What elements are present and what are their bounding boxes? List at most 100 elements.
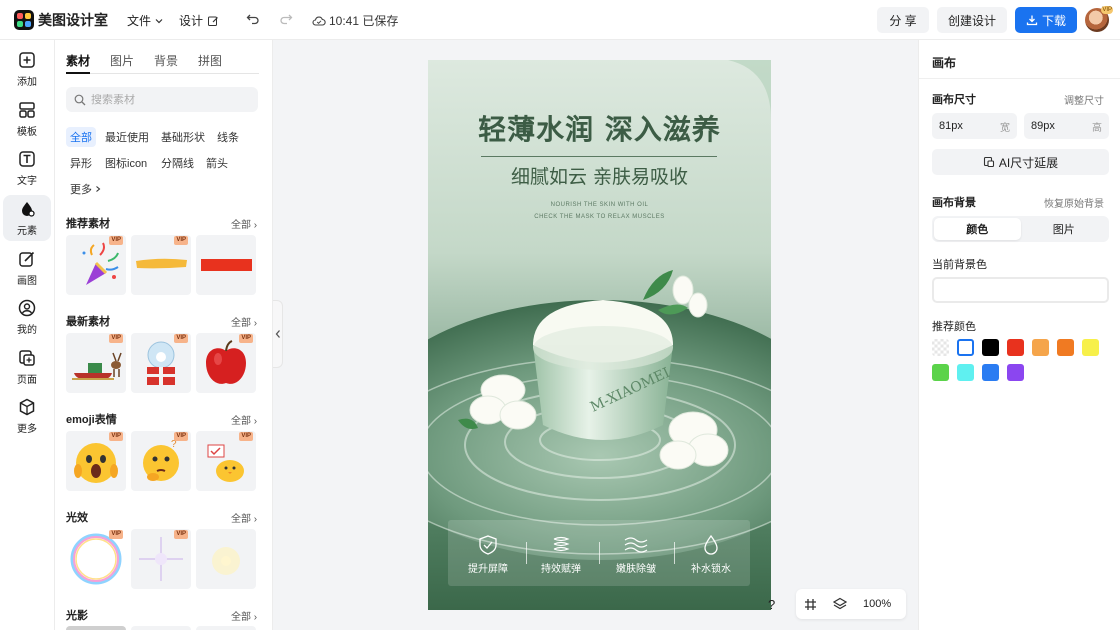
- swatch-white[interactable]: [957, 339, 974, 356]
- undo-icon[interactable]: [246, 12, 260, 26]
- section-title-emoji: emoji表情: [66, 414, 117, 426]
- section-all-light-shadow[interactable]: 全部 ›: [231, 608, 257, 623]
- redo-icon[interactable]: [279, 12, 293, 26]
- file-menu[interactable]: 文件: [127, 12, 164, 29]
- swatch-green[interactable]: [932, 364, 949, 381]
- material-thumb-bubble[interactable]: VIP: [66, 529, 126, 589]
- collapse-panel-handle[interactable]: [273, 300, 283, 368]
- material-thumb-shadow-3[interactable]: [196, 626, 256, 630]
- material-thumb-scared-emoji[interactable]: VIP: [66, 431, 126, 491]
- download-button[interactable]: 下载: [1015, 7, 1077, 33]
- feature-bar[interactable]: 提升屏障 持效赋弹 嫩肤除皱 补水锁水: [448, 520, 750, 586]
- rail-item-elements[interactable]: 元素: [3, 195, 51, 241]
- material-thumb-red-bar[interactable]: [196, 235, 256, 295]
- search-input[interactable]: [91, 93, 241, 106]
- canvas-width-field[interactable]: 宽: [932, 113, 1017, 139]
- material-thumb-brush-stroke[interactable]: VIP: [131, 235, 191, 295]
- rail-item-draw[interactable]: 画图: [3, 245, 51, 291]
- material-thumb-chick-emoji[interactable]: VIP: [196, 431, 256, 491]
- poster-headline[interactable]: 轻薄水润 深入滋养: [428, 108, 771, 148]
- layers-icon[interactable]: [833, 597, 847, 611]
- create-design-button[interactable]: 创建设计: [937, 7, 1007, 33]
- section-all-latest[interactable]: 全部 ›: [231, 314, 257, 329]
- chip-recent[interactable]: 最近使用: [101, 127, 153, 147]
- swatch-black[interactable]: [982, 339, 999, 356]
- chip-all[interactable]: 全部: [66, 127, 96, 147]
- segment-image[interactable]: 图片: [1021, 218, 1108, 240]
- material-thumb-glow[interactable]: [196, 529, 256, 589]
- feature-item: 提升屏障: [453, 534, 523, 575]
- material-thumb-sleigh[interactable]: VIP: [66, 333, 126, 393]
- chevron-down-icon: [155, 18, 163, 23]
- swatch-cyan[interactable]: [957, 364, 974, 381]
- feature-divider: [674, 542, 675, 564]
- chip-icons[interactable]: 图标icon: [101, 153, 151, 173]
- section-all-light[interactable]: 全部 ›: [231, 510, 257, 525]
- rail-item-add[interactable]: 添加: [3, 46, 51, 92]
- canvas-size-label: 画布尺寸: [932, 94, 976, 106]
- swatch-yellow[interactable]: [1082, 339, 1099, 356]
- section-all-label: 全部: [231, 612, 251, 623]
- section-title-light-shadow: 光影: [66, 610, 88, 622]
- rail-item-templates[interactable]: 模板: [3, 96, 51, 142]
- material-thumb-apple[interactable]: VIP: [196, 333, 256, 393]
- tab-materials[interactable]: 素材: [66, 52, 91, 74]
- swatch-transparent[interactable]: [932, 339, 949, 356]
- tab-collage[interactable]: 拼图: [198, 52, 222, 74]
- chip-lines[interactable]: 线条: [213, 127, 243, 147]
- current-bg-color-field[interactable]: [932, 277, 1109, 303]
- swatch-red[interactable]: [1007, 339, 1024, 356]
- segment-color[interactable]: 颜色: [934, 218, 1021, 240]
- tab-images[interactable]: 图片: [110, 52, 134, 74]
- tab-backgrounds[interactable]: 背景: [154, 52, 178, 74]
- material-thumb-shadow-2[interactable]: [131, 626, 191, 630]
- poster-english-line-2[interactable]: CHECK THE MASK TO RELAX MUSCLES: [428, 214, 771, 220]
- width-input[interactable]: [939, 120, 989, 132]
- section-title-latest: 最新素材: [66, 316, 110, 328]
- rail-item-mine[interactable]: 我的: [3, 294, 51, 340]
- rail-item-pages[interactable]: 页面: [3, 344, 51, 390]
- grid-icon[interactable]: [804, 598, 817, 611]
- swatch-blue[interactable]: [982, 364, 999, 381]
- design-canvas[interactable]: M-XIAOMEI 轻薄水润 深入滋养 细腻如云 亲肤易吸收 NOURISH T…: [428, 60, 771, 610]
- height-input[interactable]: [1031, 120, 1081, 132]
- material-thumb-gift-globe[interactable]: VIP: [131, 333, 191, 393]
- swatch-orange[interactable]: [1057, 339, 1074, 356]
- poster-subheadline[interactable]: 细腻如云 亲肤易吸收: [428, 162, 771, 189]
- chip-dividers[interactable]: 分隔线: [157, 153, 198, 173]
- section-all-emoji[interactable]: 全部 ›: [231, 412, 257, 427]
- material-thumb-thinking-emoji[interactable]: ? VIP: [131, 431, 191, 491]
- canvas-height-field[interactable]: 高: [1024, 113, 1109, 139]
- logo-icon: [14, 9, 34, 30]
- swatch-light-orange[interactable]: [1032, 339, 1049, 356]
- ai-size-extend-button[interactable]: AI尺寸延展: [932, 149, 1109, 175]
- material-thumb-sparkle[interactable]: VIP: [131, 529, 191, 589]
- chip-arrows[interactable]: 箭头: [202, 153, 232, 173]
- zoom-level[interactable]: 100%: [863, 598, 891, 610]
- design-menu-label: 设计: [179, 14, 204, 28]
- section-all-recommended[interactable]: 全部 ›: [231, 216, 257, 231]
- top-bar: 美图设计室 文件 设计 10:41 已保存 分 享 创建设计 下载 VIP: [0, 0, 1120, 40]
- chip-more[interactable]: 更多: [66, 179, 106, 199]
- restore-background-link[interactable]: 恢复原始背景: [1044, 195, 1104, 210]
- chip-basic-shapes[interactable]: 基础形状: [157, 127, 209, 147]
- chip-more-label: 更多: [70, 184, 92, 196]
- rail-item-text[interactable]: 文字: [3, 145, 51, 191]
- chip-irregular[interactable]: 异形: [66, 153, 96, 173]
- design-menu[interactable]: 设计: [179, 12, 219, 29]
- avatar[interactable]: VIP: [1085, 6, 1113, 32]
- feature-label: 持效赋弹: [541, 564, 581, 575]
- material-thumb-party-popper[interactable]: VIP: [66, 235, 126, 295]
- rail-item-more[interactable]: 更多: [3, 393, 51, 439]
- help-button[interactable]: ?: [762, 589, 786, 619]
- left-rail: 添加 模板 文字 元素 画图 我的 页面 更多: [0, 40, 55, 630]
- material-thumb-shadow-1[interactable]: [66, 626, 126, 630]
- materials-panel: 素材 图片 背景 拼图 全部 最近使用 基础形状 线条 异形 图标icon 分隔…: [55, 40, 273, 630]
- save-status-text: 10:41 已保存: [329, 14, 399, 28]
- share-button[interactable]: 分 享: [877, 7, 929, 33]
- adjust-size-link[interactable]: 调整尺寸: [1064, 92, 1104, 107]
- app-logo[interactable]: 美图设计室: [14, 9, 108, 30]
- search-box[interactable]: [66, 87, 258, 112]
- poster-english-line-1[interactable]: NOURISH THE SKIN WITH OIL: [428, 202, 771, 208]
- swatch-purple[interactable]: [1007, 364, 1024, 381]
